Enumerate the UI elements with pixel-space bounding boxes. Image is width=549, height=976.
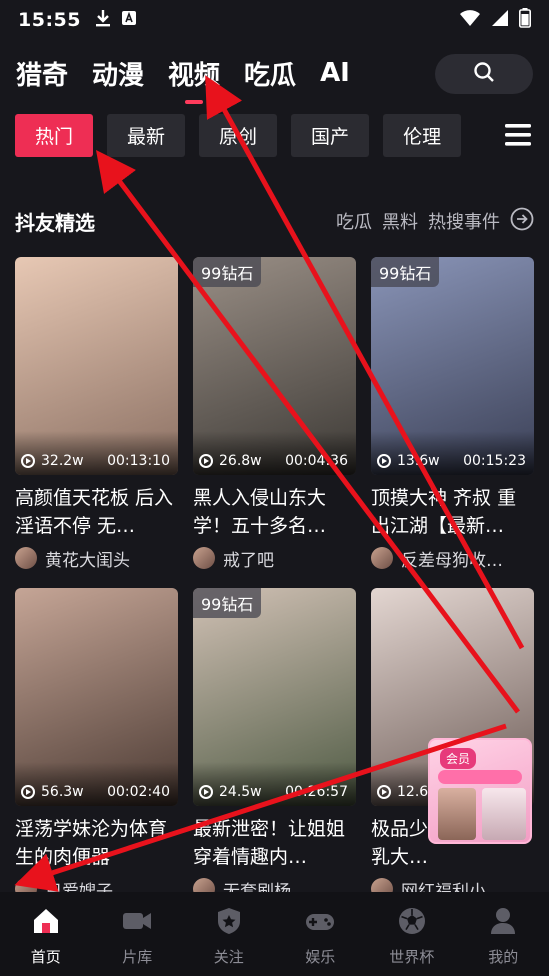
video-card[interactable]: 99钻石 13.6w 00:15:23 顶摸大神 齐叔 重出江湖【最新… 反差母…	[371, 257, 534, 571]
play-icon	[377, 785, 391, 799]
video-camera-icon	[121, 906, 153, 940]
video-thumbnail[interactable]: 56.3w 00:02:40	[15, 588, 178, 806]
diamond-badge: 99钻石	[193, 588, 262, 618]
gamepad-icon	[304, 906, 336, 940]
floating-ad[interactable]: 会员	[428, 738, 532, 844]
avatar	[193, 547, 215, 569]
bottom-nav-follow[interactable]: 关注	[183, 892, 275, 976]
view-count: 56.3w	[41, 784, 84, 800]
video-thumbnail[interactable]: 99钻石 24.5w 00:26:57	[193, 588, 356, 806]
top-tab-3[interactable]: 吃瓜	[244, 55, 296, 92]
view-count: 24.5w	[219, 784, 262, 800]
search-button[interactable]	[435, 54, 533, 94]
top-tab-0[interactable]: 猎奇	[16, 55, 68, 92]
video-card[interactable]: 99钻石 26.8w 00:04:36 黑人入侵山东大学！五十多名… 戒了吧	[193, 257, 356, 571]
view-count: 13.6w	[397, 453, 440, 469]
bottom-nav-label: 关注	[213, 948, 244, 966]
bottom-nav-profile[interactable]: 我的	[458, 892, 549, 976]
ad-image	[438, 788, 476, 840]
wifi-icon	[459, 9, 481, 31]
bottom-nav-label: 娱乐	[305, 948, 336, 966]
section-link-1[interactable]: 黑料	[382, 208, 418, 234]
video-title[interactable]: 顶摸大神 齐叔 重出江湖【最新…	[371, 484, 534, 540]
ad-image	[482, 788, 526, 840]
duration: 00:15:23	[463, 453, 526, 469]
view-count: 26.8w	[219, 453, 262, 469]
top-nav: 猎奇 动漫 视频 吃瓜 AI	[0, 44, 549, 102]
avatar	[15, 547, 37, 569]
ad-strip	[438, 770, 522, 784]
diamond-badge: 99钻石	[193, 257, 262, 287]
menu-icon[interactable]	[505, 123, 531, 151]
category-chip-4[interactable]: 伦理	[383, 113, 462, 157]
duration: 00:26:57	[285, 784, 348, 800]
video-card[interactable]: 32.2w 00:13:10 高颜值天花板 后入淫语不停 无… 黄花大闺头	[15, 257, 178, 571]
view-count: 32.2w	[41, 453, 84, 469]
app-a-icon	[121, 10, 137, 30]
play-icon	[21, 454, 35, 468]
duration: 00:02:40	[107, 784, 170, 800]
category-row: 热门 最新 原创 国产 伦理	[0, 113, 549, 157]
bottom-nav: 首页 片库 关注 娱乐 世界杯 我的	[0, 892, 549, 976]
section-links[interactable]: 吃瓜 黑料 热搜事件	[336, 207, 534, 236]
duration: 00:13:10	[107, 453, 170, 469]
soccer-ball-icon	[397, 906, 427, 940]
video-title[interactable]: 淫荡学妹沦为体育生的肉便器	[15, 815, 178, 871]
user-icon	[488, 906, 518, 940]
status-time: 15:55	[18, 9, 81, 31]
ad-tag: 会员	[440, 748, 477, 769]
video-title[interactable]: 高颜值天花板 后入淫语不停 无…	[15, 484, 178, 540]
bottom-nav-label: 首页	[30, 948, 61, 966]
download-icon	[95, 9, 111, 31]
category-chip-0[interactable]: 热门	[15, 113, 94, 157]
star-badge-icon	[214, 906, 244, 940]
author-name: 戒了吧	[223, 550, 274, 571]
status-bar: 15:55	[0, 0, 549, 40]
bottom-nav-entertainment[interactable]: 娱乐	[275, 892, 367, 976]
play-icon	[377, 454, 391, 468]
bottom-nav-library[interactable]: 片库	[92, 892, 184, 976]
top-tab-2[interactable]: 视频	[168, 55, 220, 92]
bottom-nav-worldcup[interactable]: 世界杯	[366, 892, 458, 976]
video-thumbnail[interactable]: 99钻石 13.6w 00:15:23	[371, 257, 534, 475]
section-header: 抖友精选 吃瓜 黑料 热搜事件	[15, 204, 534, 238]
search-icon	[473, 61, 495, 87]
author-name: 黄花大闺头	[45, 550, 130, 571]
section-title: 抖友精选	[15, 210, 95, 235]
video-card[interactable]: 99钻石 24.5w 00:26:57 最新泄密！让姐姐穿着情趣内… 无套刷杨	[193, 588, 356, 902]
category-chip-3[interactable]: 国产	[291, 113, 370, 157]
signal-icon	[491, 9, 509, 31]
section-link-0[interactable]: 吃瓜	[336, 208, 372, 234]
arrow-right-circle-icon[interactable]	[510, 207, 534, 236]
play-icon	[199, 454, 213, 468]
category-chip-2[interactable]: 原创	[199, 113, 278, 157]
video-thumbnail[interactable]: 99钻石 26.8w 00:04:36	[193, 257, 356, 475]
video-title[interactable]: 黑人入侵山东大学！五十多名…	[193, 484, 356, 540]
diamond-badge: 99钻石	[371, 257, 440, 287]
video-card[interactable]: 56.3w 00:02:40 淫荡学妹沦为体育生的肉便器 只爱嫂子	[15, 588, 178, 902]
video-title[interactable]: 最新泄密！让姐姐穿着情趣内…	[193, 815, 356, 871]
top-tab-4[interactable]: AI	[320, 58, 350, 88]
duration: 00:04:36	[285, 453, 348, 469]
bottom-nav-label: 我的	[488, 948, 519, 966]
author-row[interactable]: 戒了吧	[193, 546, 356, 571]
bottom-nav-label: 片库	[122, 948, 153, 966]
play-icon	[21, 785, 35, 799]
battery-icon	[519, 8, 531, 32]
bottom-nav-home[interactable]: 首页	[0, 892, 92, 976]
author-row[interactable]: 反差母狗收…	[371, 546, 534, 571]
section-link-2[interactable]: 热搜事件	[428, 208, 500, 234]
home-icon	[31, 906, 61, 940]
author-row[interactable]: 黄花大闺头	[15, 546, 178, 571]
avatar	[371, 547, 393, 569]
top-tab-1[interactable]: 动漫	[92, 55, 144, 92]
play-icon	[199, 785, 213, 799]
bottom-nav-label: 世界杯	[389, 948, 435, 966]
category-chip-1[interactable]: 最新	[107, 113, 186, 157]
video-thumbnail[interactable]: 32.2w 00:13:10	[15, 257, 178, 475]
author-name: 反差母狗收…	[401, 550, 503, 571]
